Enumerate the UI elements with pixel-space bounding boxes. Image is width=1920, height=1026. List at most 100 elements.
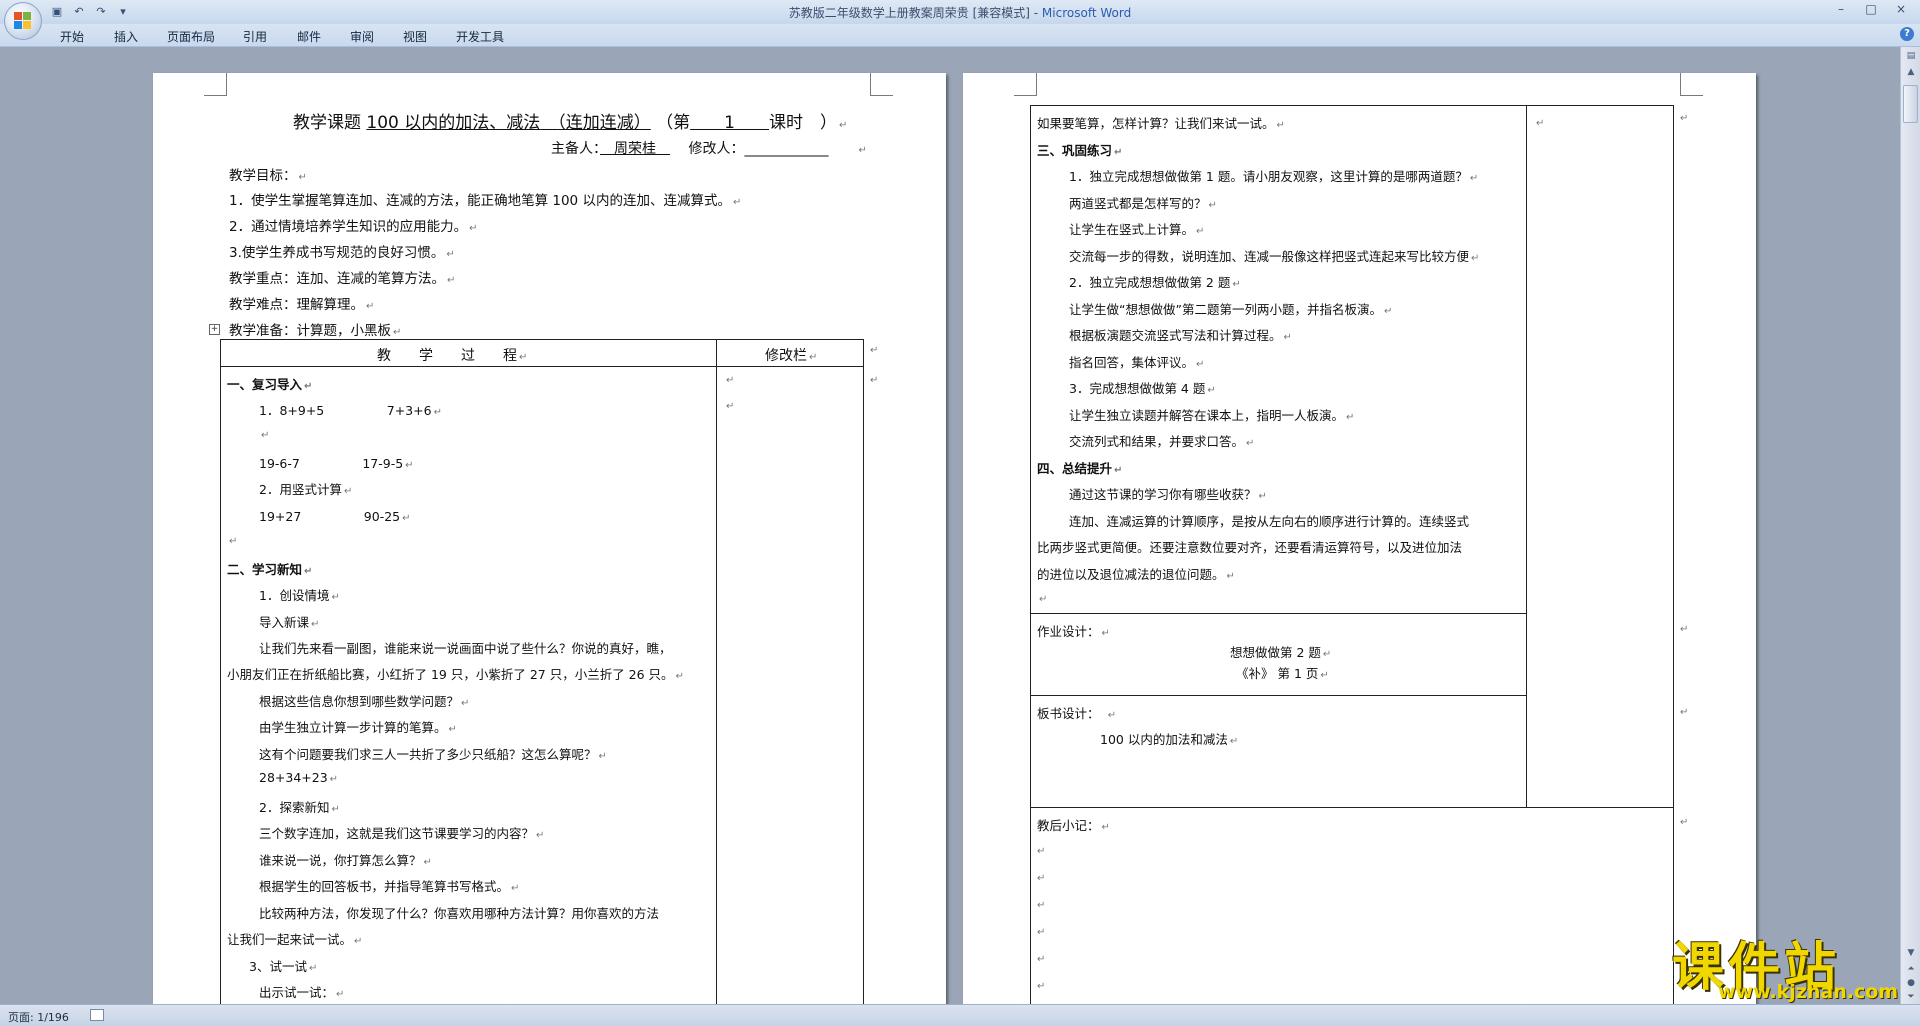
cell-end-mark: ↵ bbox=[870, 375, 879, 386]
ruler-toggle-icon[interactable]: ▤ bbox=[1904, 50, 1918, 62]
after-class-label: 教后小记： ↵ bbox=[1037, 818, 1110, 833]
tab-mailings[interactable]: 邮件 bbox=[297, 28, 321, 45]
process-line: 让学生做“想想做做”第二题第一列两小题，并指名板演。 ↵ bbox=[1069, 302, 1393, 317]
proofing-icon[interactable] bbox=[90, 1009, 104, 1021]
goals-title: 教学目标： ↵ bbox=[229, 168, 307, 184]
crop-mark bbox=[1014, 73, 1037, 96]
tab-developer[interactable]: 开发工具 bbox=[456, 28, 504, 45]
crop-mark bbox=[870, 73, 893, 96]
help-icon[interactable]: ? bbox=[1900, 27, 1914, 41]
maximize-button[interactable]: □ bbox=[1856, 0, 1886, 20]
minimize-button[interactable]: – bbox=[1826, 0, 1856, 20]
window-controls: – □ × bbox=[1826, 0, 1916, 20]
cell-end-mark: ↵ bbox=[1680, 817, 1689, 828]
cell-end-mark: ↵ bbox=[1680, 624, 1689, 635]
process-line: 让学生独立读题并解答在课本上，指明一人板演。 ↵ bbox=[1069, 408, 1355, 423]
homework-label: 作业设计： ↵ bbox=[1037, 624, 1110, 639]
key-point: 教学重点：连加、连减的笔算方法。 ↵ bbox=[229, 271, 456, 287]
process-line: 三、巩固练习 ↵ bbox=[1037, 143, 1123, 158]
empty-paragraph: ↵ bbox=[1037, 846, 1046, 857]
tab-home[interactable]: 开始 bbox=[60, 28, 84, 45]
process-line: 根据学生的回答板书，并指导笔算书写格式。 ↵ bbox=[259, 879, 520, 894]
page-1[interactable]: 教学课题 100 以内的加法、减法 （连加连减） （第 1 课时 ） ↵ 主备人：… bbox=[153, 73, 946, 1004]
cell-end-mark: ↵ bbox=[1680, 707, 1689, 718]
process-line: 四、总结提升 ↵ bbox=[1037, 461, 1123, 476]
document-workspace[interactable]: 教学课题 100 以内的加法、减法 （连加连减） （第 1 课时 ） ↵ 主备人：… bbox=[0, 47, 1900, 1004]
table-border bbox=[1030, 105, 1673, 106]
process-line: 19+27 90-25 ↵ bbox=[259, 509, 411, 524]
table-border bbox=[863, 339, 864, 1004]
quick-access-toolbar: ▣ ↶ ↷ ▾ bbox=[48, 3, 132, 20]
title-bar: 苏教版二年级数学上册教案周荣贵 [兼容模式] - Microsoft Word … bbox=[0, 0, 1920, 24]
scroll-thumb[interactable] bbox=[1903, 85, 1918, 123]
process-line: 谁来说一说，你打算怎么算？ ↵ bbox=[259, 853, 432, 868]
page-2[interactable]: ↵ ↵ ↵ ↵ ↵ 如果要笔算，怎样计算？让我们来试一试。 ↵ 三、巩固练习 ↵ 1… bbox=[963, 73, 1756, 1004]
empty-paragraph: ↵ bbox=[1037, 981, 1046, 992]
process-line: 让我们一起来试一试。 ↵ bbox=[227, 932, 363, 947]
undo-icon[interactable]: ↶ bbox=[70, 3, 88, 20]
process-line: 比两步竖式更简便。还要注意数位要对齐，还要看清运算符号，以及进位加法 bbox=[1037, 540, 1463, 555]
process-line: 根据板演题交流竖式写法和计算过程。 ↵ bbox=[1069, 328, 1292, 343]
process-line: 比较两种方法，你发现了什么？你喜欢用哪种方法计算？用你喜欢的方法 bbox=[259, 906, 660, 921]
process-line: ↵ bbox=[229, 536, 238, 547]
page-indicator[interactable]: 页面: 1/196 bbox=[8, 1009, 69, 1025]
cell-end-mark: ↵ bbox=[726, 401, 735, 412]
tab-insert[interactable]: 插入 bbox=[114, 28, 138, 45]
table-border bbox=[220, 339, 221, 1004]
tab-review[interactable]: 审阅 bbox=[350, 28, 374, 45]
process-line: ↵ bbox=[261, 430, 270, 441]
close-button[interactable]: × bbox=[1886, 0, 1916, 20]
goal-item: 2．通过情境培养学生知识的应用能力。 ↵ bbox=[229, 219, 478, 235]
process-line: 3．完成想想做做第 4 题 ↵ bbox=[1069, 381, 1216, 396]
process-line: 2．独立完成想想做做第 2 题 ↵ bbox=[1069, 275, 1241, 290]
redo-icon[interactable]: ↷ bbox=[92, 3, 110, 20]
presenter-line: 主备人： 周荣桂 修改人：____________ ↵ bbox=[551, 141, 867, 157]
table-border bbox=[1673, 105, 1674, 1004]
empty-paragraph: ↵ bbox=[1037, 927, 1046, 938]
ribbon-tabs: 开始 插入 页面布局 引用 邮件 审阅 视图 开发工具 ? bbox=[0, 24, 1920, 47]
select-browse-object-icon[interactable]: ● bbox=[1904, 977, 1918, 989]
previous-page-icon[interactable]: ⏶ bbox=[1904, 963, 1918, 975]
watermark-logo: 课件站 www.kjzhan.com bbox=[1672, 925, 1904, 1005]
tab-view[interactable]: 视图 bbox=[403, 28, 427, 45]
process-line: 2．用竖式计算 ↵ bbox=[259, 482, 353, 497]
scroll-down-icon[interactable]: ▼ bbox=[1904, 947, 1918, 959]
office-logo-icon bbox=[14, 12, 32, 30]
board-line: 100 以内的加法和减法 ↵ bbox=[1100, 732, 1239, 747]
process-line: 二、学习新知 ↵ bbox=[227, 562, 313, 577]
process-line: 三个数字连加，这就是我们这节课要学习的内容？ ↵ bbox=[259, 826, 545, 841]
process-line: 3、试一试 ↵ bbox=[249, 959, 318, 974]
tab-page-layout[interactable]: 页面布局 bbox=[167, 28, 215, 45]
process-line: 两道竖式都是怎样写的？ ↵ bbox=[1069, 196, 1217, 211]
office-button[interactable] bbox=[4, 2, 42, 40]
table-border bbox=[1030, 695, 1526, 696]
crop-mark bbox=[204, 73, 227, 96]
table-move-handle-icon[interactable]: + bbox=[209, 324, 220, 335]
table-border bbox=[1030, 105, 1031, 1004]
process-line: 一、复习导入 ↵ bbox=[227, 377, 313, 392]
status-bar: 页面: 1/196 bbox=[0, 1004, 1920, 1026]
lesson-title: 教学课题 100 以内的加法、减法 （连加连减） （第 1 课时 ） ↵ bbox=[293, 113, 848, 133]
customize-icon[interactable]: ▾ bbox=[114, 3, 132, 20]
board-label: 板书设计： ↵ bbox=[1037, 706, 1117, 721]
process-line: ↵ bbox=[1039, 594, 1048, 605]
process-line: 根据这些信息你想到哪些数学问题？ ↵ bbox=[259, 694, 470, 709]
difficulty: 教学难点：理解算理。 ↵ bbox=[229, 297, 375, 313]
prep: 教学准备：计算题，小黑板 ↵ bbox=[229, 323, 402, 339]
process-line: 28+34+23 ↵ bbox=[259, 770, 339, 785]
process-line: 让我们先来看一副图，谁能来说一说画面中说了些什么？你说的真好，瞧， bbox=[259, 641, 672, 656]
table-border bbox=[1030, 613, 1526, 614]
table-header-process: 教 学 过 程 ↵ bbox=[377, 348, 528, 364]
process-line: 19-6-7 17-9-5 ↵ bbox=[259, 456, 414, 471]
cell-end-mark: ↵ bbox=[870, 345, 879, 356]
save-icon[interactable]: ▣ bbox=[48, 3, 66, 20]
tab-references[interactable]: 引用 bbox=[243, 28, 267, 45]
table-header-notes: 修改栏 ↵ bbox=[765, 348, 818, 364]
vertical-scrollbar[interactable]: ▤ ▲ ▼ ⏶ ● ⏷ bbox=[1900, 47, 1920, 1004]
process-line: 连加、连减运算的计算顺序，是按从左向右的顺序进行计算的。连续竖式 bbox=[1069, 514, 1470, 529]
next-page-icon[interactable]: ⏷ bbox=[1904, 991, 1918, 1003]
goal-item: 3.使学生养成书写规范的良好习惯。 ↵ bbox=[229, 245, 455, 261]
scroll-up-icon[interactable]: ▲ bbox=[1904, 66, 1918, 78]
process-line: 如果要笔算，怎样计算？让我们来试一试。 ↵ bbox=[1037, 116, 1285, 131]
process-line: 让学生在竖式上计算。 ↵ bbox=[1069, 222, 1205, 237]
